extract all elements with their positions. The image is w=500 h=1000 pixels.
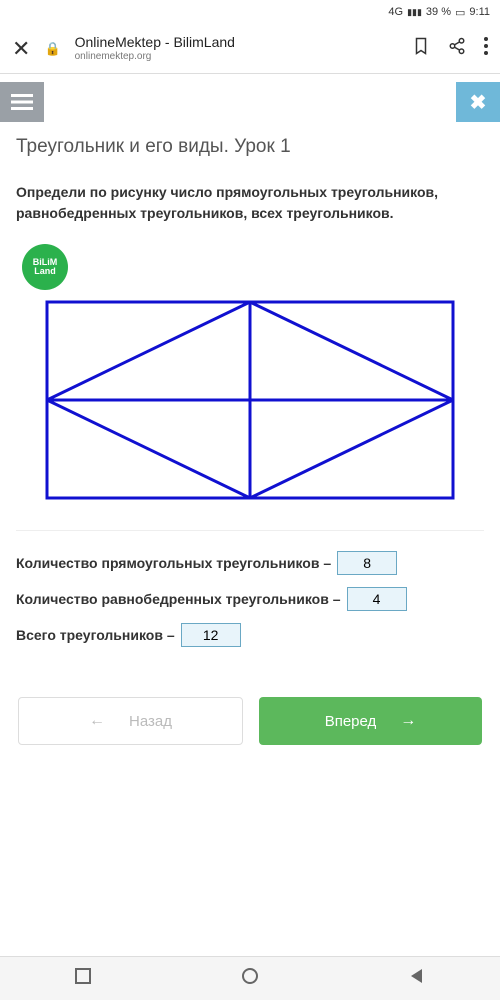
isosceles-triangles-input[interactable] [347,587,407,611]
arrow-left-icon: ← [89,712,105,730]
battery-percent: 39 % [426,6,451,18]
arrow-right-icon: → [400,712,416,730]
content: Треугольник и его виды. Урок 1 Определи … [0,136,500,745]
lock-icon: 🔒 [44,41,60,57]
back-button[interactable]: ← Назад [18,697,243,745]
more-icon[interactable] [484,37,488,60]
total-triangles-input[interactable] [181,623,241,647]
nav-row: ← Назад Вперед → [16,697,484,745]
bookmark-icon[interactable] [412,37,430,60]
close-panel-button[interactable]: ✖ [456,82,500,122]
battery-icon: ▭ [455,6,465,19]
answer-label: Количество прямоугольных треугольников – [16,555,331,571]
back-label: Назад [129,713,172,730]
network-indicator: 4G [388,6,403,18]
answer-label: Количество равнобедренных треугольников … [16,591,341,607]
divider [16,530,484,531]
top-controls: ✖ [0,74,500,130]
forward-label: Вперед [325,713,377,730]
page-title: OnlineMektep - BilimLand [75,34,398,51]
home-button[interactable] [241,967,259,990]
recent-apps-button[interactable] [74,967,92,990]
browser-bar: ✕ 🔒 OnlineMektep - BilimLand onlinemekte… [0,24,500,74]
answer-row-right-triangles: Количество прямоугольных треугольников – [16,551,484,575]
answer-row-isosceles-triangles: Количество равнобедренных треугольников … [16,587,484,611]
share-icon[interactable] [448,37,466,60]
system-back-button[interactable] [408,967,426,990]
hamburger-menu-button[interactable] [0,82,44,122]
system-nav-bar [0,956,500,1000]
signal-indicator: ▮▮▮ [407,7,422,18]
lesson-title: Треугольник и его виды. Урок 1 [16,136,484,158]
triangle-diagram [16,300,484,500]
clock: 9:11 [469,6,490,18]
right-triangles-input[interactable] [337,551,397,575]
status-bar: 4G ▮▮▮ 39 % ▭ 9:11 [0,0,500,24]
answer-row-total-triangles: Всего треугольников – [16,623,484,647]
url-block[interactable]: OnlineMektep - BilimLand onlinemektep.or… [75,34,398,63]
question-text: Определи по рисунку число прямоугольных … [16,182,484,224]
page-domain: onlinemektep.org [75,51,398,63]
bilimland-logo: BiLiM Land [22,244,68,290]
answer-label: Всего треугольников – [16,627,175,643]
forward-button[interactable]: Вперед → [259,697,482,745]
close-icon[interactable]: ✕ [12,36,30,62]
